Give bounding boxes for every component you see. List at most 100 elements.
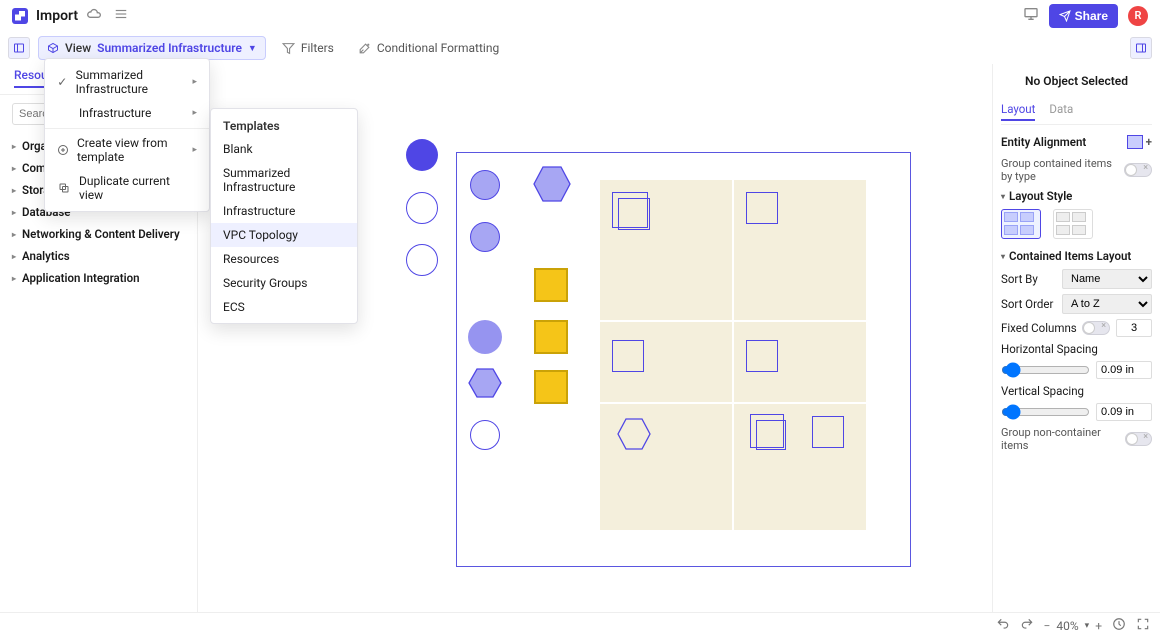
layout-style-options — [1001, 209, 1152, 239]
presentation-icon[interactable] — [1023, 6, 1039, 25]
view-menu-item[interactable]: Create view from template▸ — [45, 128, 209, 169]
app-header: Import Share R — [0, 0, 1160, 32]
group-nc-toggle[interactable]: × — [1125, 432, 1152, 446]
fixed-columns-input[interactable] — [1116, 319, 1152, 337]
redo-icon[interactable] — [1020, 617, 1034, 634]
app-title: Import — [36, 8, 78, 24]
templates-header: Templates — [211, 113, 357, 137]
layout-style-header[interactable]: ▾Layout Style — [1001, 189, 1152, 203]
sort-order-label: Sort Order — [1001, 297, 1053, 311]
hamburger-menu-icon[interactable] — [114, 7, 128, 24]
sort-by-label: Sort By — [1001, 272, 1038, 286]
hspacing-input[interactable] — [1096, 361, 1152, 379]
left-panel-toggle-icon[interactable] — [8, 37, 30, 59]
sort-by-field: Sort By Name — [1001, 269, 1152, 289]
template-item[interactable]: Resources — [211, 247, 357, 271]
template-item[interactable]: Blank — [211, 137, 357, 161]
shape-hexagon[interactable] — [532, 164, 572, 204]
fixed-columns-field: Fixed Columns × — [1001, 319, 1152, 337]
zoom-controls: − 40% ▾ + — [1044, 619, 1103, 633]
chevron-right-icon: ▸ — [12, 274, 16, 283]
filters-button[interactable]: Filters — [274, 37, 342, 59]
shape-circle[interactable] — [470, 420, 500, 450]
undo-icon[interactable] — [996, 617, 1010, 634]
zoom-value[interactable]: 40% — [1056, 619, 1078, 633]
chevron-down-icon: ▼ — [248, 43, 257, 54]
chevron-right-icon: ▸ — [12, 186, 16, 195]
group-by-type-label: Group contained items by type — [1001, 157, 1124, 183]
menu-item-label: VPC Topology — [223, 228, 298, 242]
filters-label: Filters — [301, 41, 334, 55]
menu-item-label: Resources — [223, 252, 279, 266]
view-menu-item[interactable]: Duplicate current view — [45, 169, 209, 207]
layout-style-grid[interactable] — [1001, 209, 1041, 239]
shape-square[interactable] — [618, 198, 650, 230]
share-button[interactable]: Share — [1049, 4, 1118, 28]
hspacing-field: Horizontal Spacing — [1001, 342, 1152, 379]
template-item[interactable]: ECS — [211, 295, 357, 319]
fixed-columns-label: Fixed Columns — [1001, 321, 1077, 335]
template-item[interactable]: Infrastructure — [211, 199, 357, 223]
properties-tabs: Layout Data — [1001, 102, 1152, 125]
menu-item-label: Summarized Infrastructure — [223, 166, 345, 194]
user-avatar[interactable]: R — [1128, 6, 1148, 26]
chevron-down-icon[interactable]: ▾ — [1085, 621, 1090, 631]
view-label: View — [65, 41, 91, 55]
vspacing-input[interactable] — [1096, 403, 1152, 421]
shape-circle[interactable] — [470, 222, 500, 252]
shape-square[interactable] — [534, 370, 568, 404]
template-item[interactable]: Summarized Infrastructure — [211, 161, 357, 199]
zoom-in-icon[interactable]: + — [1095, 619, 1102, 633]
shape-circle[interactable] — [470, 170, 500, 200]
conditional-formatting-button[interactable]: Conditional Formatting — [350, 37, 507, 59]
add-icon[interactable]: + — [1146, 135, 1152, 149]
shape-square[interactable] — [756, 420, 786, 450]
shape-circle[interactable] — [406, 139, 438, 171]
shape-square[interactable] — [534, 320, 568, 354]
shape-square[interactable] — [812, 416, 844, 448]
menu-item-label: Duplicate current view — [79, 174, 197, 202]
tree-item[interactable]: ▸Application Integration — [0, 267, 197, 289]
tree-item[interactable]: ▸Networking & Content Delivery — [0, 223, 197, 245]
tree-item[interactable]: ▸Analytics — [0, 245, 197, 267]
hspacing-slider[interactable] — [1001, 362, 1090, 378]
shape-hexagon[interactable] — [468, 366, 502, 400]
vspacing-slider[interactable] — [1001, 404, 1090, 420]
shape-square[interactable] — [612, 340, 644, 372]
shape-square[interactable] — [746, 340, 778, 372]
chevron-right-icon: ▸ — [12, 142, 16, 151]
shape-square[interactable] — [746, 192, 778, 224]
template-item[interactable]: VPC Topology — [211, 223, 357, 247]
fullscreen-icon[interactable] — [1136, 617, 1150, 634]
group-by-type-toggle[interactable]: × — [1124, 163, 1152, 177]
templates-submenu: Templates Blank Summarized Infrastructure I… — [210, 108, 358, 324]
zoom-out-icon[interactable]: − — [1044, 619, 1051, 633]
shape-circle[interactable] — [468, 320, 502, 354]
view-menu-item[interactable]: ✓Summarized Infrastructure▸ — [45, 63, 209, 101]
contained-layout-header[interactable]: ▾Contained Items Layout — [1001, 249, 1152, 263]
shape-hexagon[interactable] — [616, 416, 652, 452]
menu-item-label: Blank — [223, 142, 253, 156]
chevron-right-icon: ▸ — [12, 208, 16, 217]
menu-item-label: Infrastructure — [79, 106, 151, 120]
template-item[interactable]: Security Groups — [211, 271, 357, 295]
right-panel-toggle-icon[interactable] — [1130, 37, 1152, 59]
accessibility-icon[interactable] — [1112, 617, 1126, 634]
fixed-columns-toggle[interactable]: × — [1082, 321, 1110, 335]
view-selector-button[interactable]: View Summarized Infrastructure ▼ — [38, 36, 266, 60]
align-layout-icon[interactable] — [1127, 135, 1143, 149]
view-menu: ✓Summarized Infrastructure▸Infrastructur… — [44, 58, 210, 212]
view-value: Summarized Infrastructure — [97, 41, 242, 55]
cloud-sync-icon[interactable] — [86, 6, 102, 25]
sort-order-select[interactable]: A to Z — [1062, 294, 1152, 314]
vspacing-field: Vertical Spacing — [1001, 384, 1152, 421]
sort-by-select[interactable]: Name — [1062, 269, 1152, 289]
tab-data[interactable]: Data — [1049, 102, 1073, 121]
layout-style-list[interactable] — [1053, 209, 1093, 239]
tab-layout[interactable]: Layout — [1001, 102, 1035, 121]
shape-square[interactable] — [534, 268, 568, 302]
shape-circle[interactable] — [406, 244, 438, 276]
shape-circle[interactable] — [406, 192, 438, 224]
view-menu-item[interactable]: Infrastructure▸ — [45, 101, 209, 125]
entity-alignment-label: Entity Alignment — [1001, 135, 1086, 149]
